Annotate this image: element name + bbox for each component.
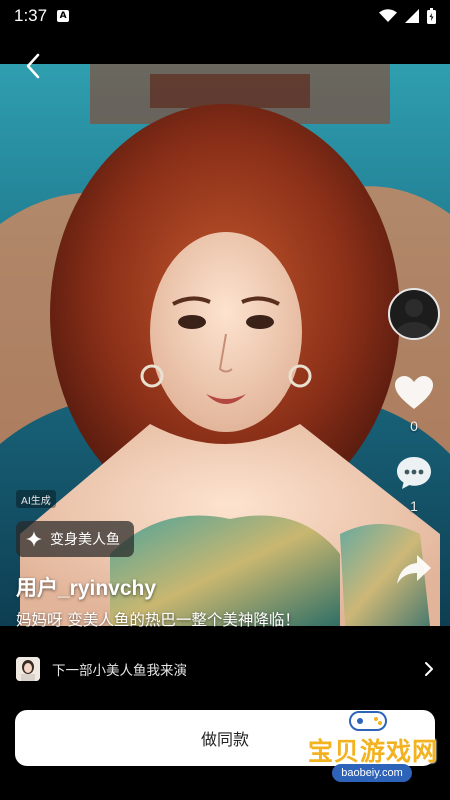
- watermark-text: 宝贝游戏网: [308, 737, 439, 766]
- related-video-row[interactable]: 下一部小美人鱼我来演: [0, 647, 450, 691]
- status-bar: 1:37 A: [0, 0, 450, 32]
- notification-icon: A: [57, 10, 70, 22]
- chevron-right-icon: [425, 662, 433, 676]
- watermark-url: baobeiy.com: [332, 764, 412, 782]
- comment-count: 1: [410, 498, 418, 514]
- site-watermark: 宝贝游戏网 baobeiy.com: [300, 706, 442, 788]
- status-time: 1:37: [14, 6, 48, 25]
- sparkle-icon: [26, 531, 42, 547]
- author-username[interactable]: 用户_ryinvchy: [16, 572, 156, 602]
- author-avatar[interactable]: [388, 288, 440, 340]
- like-count: 0: [410, 418, 418, 434]
- post-caption: 妈妈呀 变美人鱼的热巴一整个美神降临！: [16, 611, 300, 629]
- share-icon: [397, 555, 431, 584]
- like-button[interactable]: [395, 376, 433, 414]
- related-thumbnail-image: [16, 657, 40, 681]
- related-thumbnail: [16, 657, 40, 681]
- gamepad-logo-icon: [349, 711, 387, 731]
- heart-icon: [395, 376, 433, 409]
- avatar-placeholder-icon: [396, 299, 432, 338]
- wifi-icon: [379, 9, 397, 22]
- effect-label: 变身美人鱼: [50, 532, 120, 548]
- ai-generated-badge: AI生成: [16, 490, 56, 508]
- signal-icon: [405, 9, 419, 23]
- action-rail: 0 1: [388, 288, 440, 590]
- related-video-label: 下一部小美人鱼我来演: [52, 663, 187, 679]
- battery-icon: [427, 8, 436, 24]
- status-icons: [379, 8, 436, 24]
- comment-button[interactable]: [396, 456, 432, 494]
- comment-icon: [397, 457, 431, 489]
- effect-chip[interactable]: 变身美人鱼: [16, 521, 134, 557]
- share-button[interactable]: [396, 554, 432, 590]
- back-button[interactable]: [18, 50, 48, 82]
- back-arrow-icon: [26, 53, 40, 79]
